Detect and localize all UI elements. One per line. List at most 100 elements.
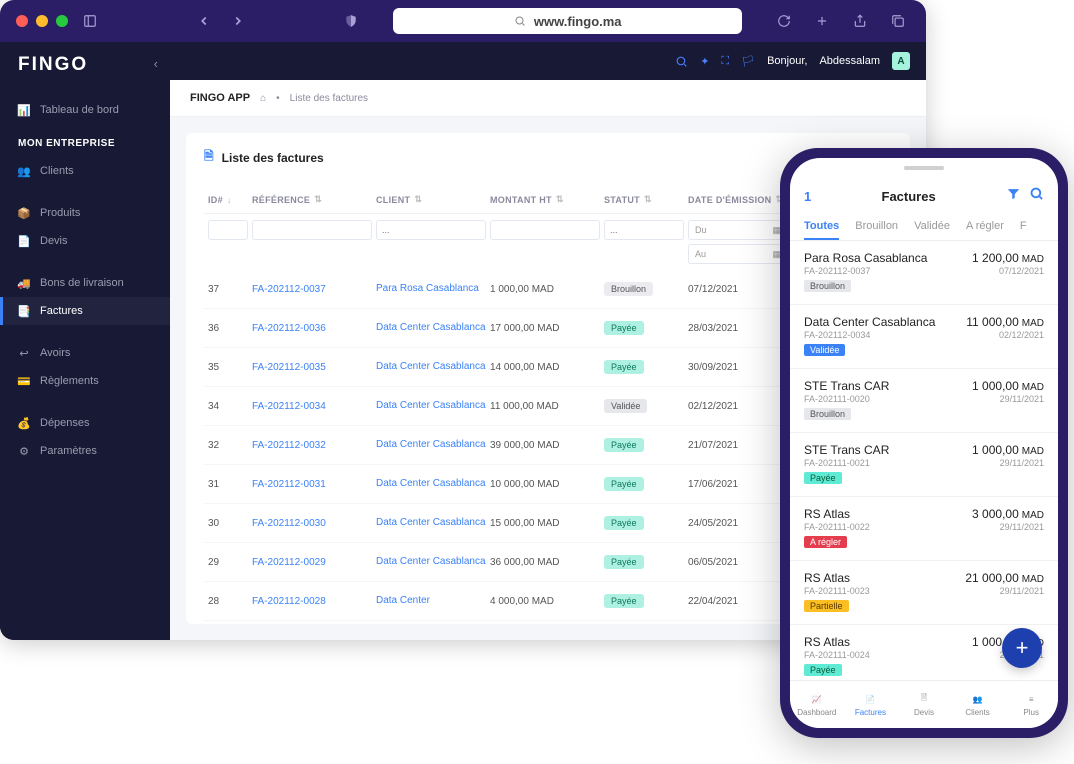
filter-statut[interactable] xyxy=(604,220,684,240)
col-ref[interactable]: RÉFÉRENCE⇅ xyxy=(252,194,372,205)
phone-nav-item[interactable]: 📄Factures xyxy=(844,681,898,728)
cell-statut: Payée xyxy=(604,516,684,530)
user-avatar[interactable]: A xyxy=(892,52,910,70)
menu-icon: ↩ xyxy=(18,347,30,359)
cell-ref[interactable]: FA-202112-0028 xyxy=(252,596,372,607)
filter-date-from[interactable]: Du▦ xyxy=(688,220,788,240)
filter-date-to[interactable]: Au▦ xyxy=(688,244,788,264)
phone-nav-item[interactable]: 🗎Devis xyxy=(897,681,951,728)
p-date: 02/12/2021 xyxy=(999,330,1044,340)
cell-ref[interactable]: FA-202112-0032 xyxy=(252,440,372,451)
cell-client[interactable]: Data Center Casablanca xyxy=(376,517,486,529)
phone-title: Factures xyxy=(882,189,936,204)
col-statut[interactable]: STATUT⇅ xyxy=(604,194,684,205)
cell-id: 37 xyxy=(208,284,248,295)
phone-list-item[interactable]: STE Trans CAR1 000,00MAD FA-202111-00212… xyxy=(790,433,1058,497)
p-date: 29/11/2021 xyxy=(1000,522,1044,532)
p-badge: Payée xyxy=(804,472,842,484)
filter-ref[interactable] xyxy=(252,220,372,240)
cell-date: 22/04/2021 xyxy=(688,596,788,607)
cell-ref[interactable]: FA-202112-0030 xyxy=(252,518,372,529)
cell-client[interactable]: Data Center Casablanca xyxy=(376,322,486,334)
menu-icon: 📄 xyxy=(18,235,30,247)
phone-header: 1 Factures xyxy=(790,178,1058,214)
phone-list-item[interactable]: RS Atlas3 000,00MAD FA-202111-002229/11/… xyxy=(790,497,1058,561)
cell-client[interactable]: Data Center Casablanca xyxy=(376,556,486,568)
tabs-icon[interactable] xyxy=(886,9,910,33)
phone-nav-item[interactable]: 📈Dashboard xyxy=(790,681,844,728)
p-badge: Brouillon xyxy=(804,408,851,420)
cell-ref[interactable]: FA-202112-0036 xyxy=(252,323,372,334)
cell-client[interactable]: Para Rosa Casablanca xyxy=(376,283,486,295)
cell-ref[interactable]: FA-202112-0034 xyxy=(252,401,372,412)
phone-tab[interactable]: F xyxy=(1020,220,1027,240)
cell-date: 24/05/2021 xyxy=(688,518,788,529)
cell-statut: Payée xyxy=(604,594,684,608)
apps-icon[interactable]: ✦ xyxy=(700,55,709,68)
reload-icon[interactable] xyxy=(772,9,796,33)
phone-list-item[interactable]: RS Atlas21 000,00MAD FA-202111-002329/11… xyxy=(790,561,1058,625)
sidebar-item[interactable]: 📑Factures xyxy=(0,297,170,325)
sidebar-item[interactable]: 📄 Devis xyxy=(0,227,170,255)
phone-back[interactable]: 1 xyxy=(804,189,811,204)
sidebar-item[interactable]: 🚚Bons de livraison xyxy=(0,269,170,297)
cell-ref[interactable]: FA-202112-0035 xyxy=(252,362,372,373)
cell-statut: Payée xyxy=(604,477,684,491)
sidebar-item[interactable]: ↩Avoirs xyxy=(0,339,170,367)
col-client[interactable]: CLIENT⇅ xyxy=(376,194,486,205)
search-icon[interactable] xyxy=(1029,186,1044,206)
col-id[interactable]: ID#↓ xyxy=(208,194,248,205)
phone-list-item[interactable]: Data Center Casablanca11 000,00MAD FA-20… xyxy=(790,305,1058,369)
p-date: 07/12/2021 xyxy=(999,266,1044,276)
sidebar-label: Dépenses xyxy=(40,417,90,429)
cell-client[interactable]: Data Center xyxy=(376,595,486,607)
cell-id: 36 xyxy=(208,323,248,334)
filter-icon[interactable] xyxy=(1006,186,1021,206)
sidebar-dashboard[interactable]: 📊 Tableau de bord xyxy=(0,96,170,124)
cell-client[interactable]: Data Center Casablanca xyxy=(376,439,486,451)
phone-nav-item[interactable]: ≡Plus xyxy=(1004,681,1058,728)
cell-client[interactable]: Data Center Casablanca xyxy=(376,361,486,373)
cell-montant: 14 000,00 MAD xyxy=(490,362,600,373)
filter-montant[interactable] xyxy=(490,220,600,240)
sidebar-item[interactable]: ⚙Paramètres xyxy=(0,437,170,465)
phone-tab[interactable]: Brouillon xyxy=(855,220,898,240)
phone-nav-item[interactable]: 👥Clients xyxy=(951,681,1005,728)
share-icon[interactable] xyxy=(848,9,872,33)
search-icon[interactable] xyxy=(675,55,688,68)
home-icon[interactable]: ⌂ xyxy=(260,93,266,104)
sidebar-toggle-icon[interactable] xyxy=(78,9,102,33)
forward-icon[interactable] xyxy=(226,9,250,33)
plus-icon[interactable] xyxy=(810,9,834,33)
back-icon[interactable] xyxy=(192,9,216,33)
cell-client[interactable]: Data Center Casablanca xyxy=(376,400,486,412)
sidebar-item[interactable]: 💰Dépenses xyxy=(0,409,170,437)
expand-icon[interactable]: ⛶ xyxy=(721,55,729,68)
col-date[interactable]: DATE D'ÉMISSION⇅ xyxy=(688,194,788,205)
phone-list-item[interactable]: Para Rosa Casablanca1 200,00MAD FA-20211… xyxy=(790,241,1058,305)
filter-id[interactable] xyxy=(208,220,248,240)
col-montant[interactable]: MONTANT HT⇅ xyxy=(490,194,600,205)
collapse-icon[interactable]: ‹ xyxy=(154,56,158,71)
phone-tab[interactable]: Validée xyxy=(914,220,950,240)
phone-list-item[interactable]: STE Trans CAR1 000,00MAD FA-202111-00202… xyxy=(790,369,1058,433)
p-ref: FA-202111-0023 xyxy=(804,586,870,596)
sidebar-label: Devis xyxy=(40,235,68,247)
window-controls[interactable] xyxy=(16,15,68,27)
cell-ref[interactable]: FA-202112-0029 xyxy=(252,557,372,568)
cell-ref[interactable]: FA-202112-0037 xyxy=(252,284,372,295)
sidebar-item[interactable]: 📦Produits xyxy=(0,199,170,227)
cell-ref[interactable]: FA-202112-0031 xyxy=(252,479,372,490)
fab-add[interactable]: + xyxy=(1002,628,1042,668)
sidebar-item[interactable]: 💳Règlements xyxy=(0,367,170,395)
menu-icon: 📑 xyxy=(18,305,30,317)
phone-list[interactable]: Para Rosa Casablanca1 200,00MAD FA-20211… xyxy=(790,241,1058,680)
flag-icon[interactable]: 🏳 xyxy=(741,55,755,68)
phone-tab[interactable]: A régler xyxy=(966,220,1004,240)
filter-client[interactable] xyxy=(376,220,486,240)
address-bar[interactable]: www.fingo.ma xyxy=(393,8,742,34)
shield-icon[interactable] xyxy=(339,9,363,33)
sidebar-item[interactable]: 👥Clients xyxy=(0,157,170,185)
cell-client[interactable]: Data Center Casablanca xyxy=(376,478,486,490)
phone-tab[interactable]: Toutes xyxy=(804,220,839,240)
